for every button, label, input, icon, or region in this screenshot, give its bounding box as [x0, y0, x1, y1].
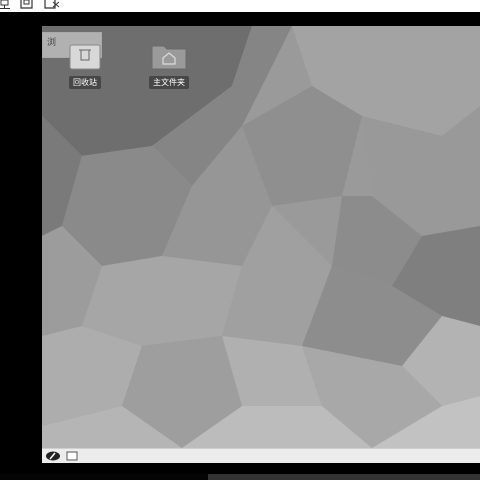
show-desktop-icon[interactable]	[66, 451, 78, 461]
desktop-icon-label: 主文件夹	[149, 76, 189, 89]
tooltip-text: 浏	[47, 38, 57, 48]
taskbar	[42, 448, 480, 463]
host-status-segment	[208, 474, 480, 480]
desktop-icon-trash[interactable]: 回收站	[58, 42, 112, 89]
network-icon[interactable]	[0, 0, 12, 9]
folder-home-icon	[150, 42, 188, 70]
window-icon[interactable]	[20, 0, 34, 9]
guest-desktop[interactable]: 浏 回收站 主文件夹	[42, 26, 480, 448]
desktop-icon-home[interactable]: 主文件夹	[142, 42, 196, 89]
host-toolbar	[0, 0, 480, 12]
screenshot-icon[interactable]	[44, 0, 60, 9]
start-menu-icon[interactable]	[45, 451, 61, 461]
desktop-icon-label: 回收站	[69, 76, 101, 89]
wallpaper	[42, 26, 480, 448]
host-status-strip	[0, 474, 480, 480]
trash-icon	[66, 42, 104, 70]
